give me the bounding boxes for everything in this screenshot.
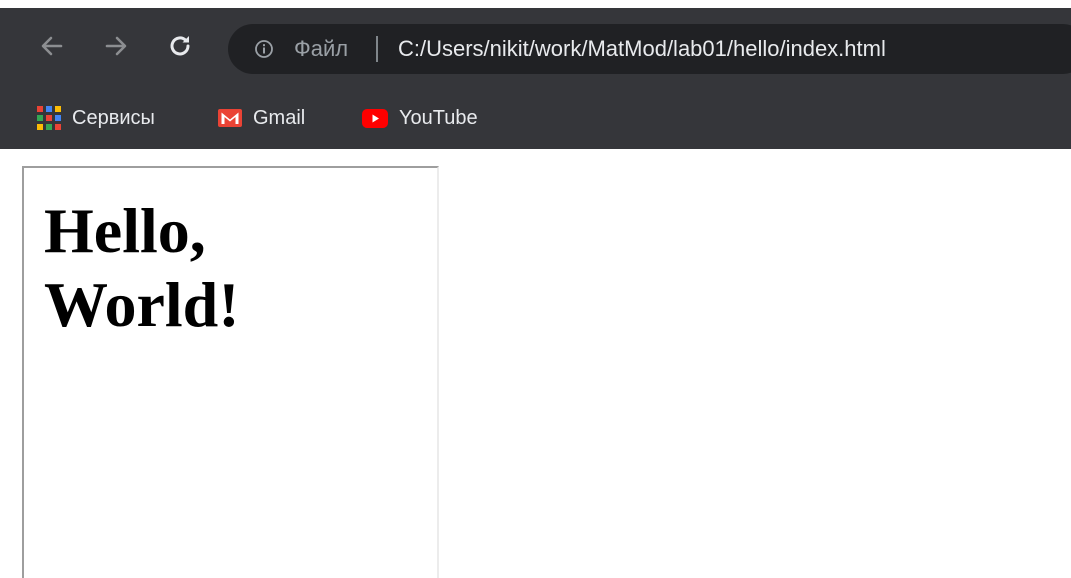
bookmark-label: YouTube bbox=[399, 106, 478, 129]
url-separator bbox=[376, 36, 378, 62]
back-button[interactable] bbox=[32, 26, 72, 66]
bookmarks-bar: Сервисы Gmail YouTube bbox=[0, 88, 1071, 149]
reload-icon bbox=[170, 36, 190, 56]
bookmark-label: Gmail bbox=[253, 106, 306, 129]
youtube-icon bbox=[362, 108, 388, 128]
content-frame: Hello, World! bbox=[22, 166, 439, 578]
forward-button[interactable] bbox=[96, 26, 136, 66]
browser-window: Файл C:/Users/nikit/work/MatMod/lab01/he… bbox=[0, 0, 1071, 578]
address-bar[interactable]: Файл C:/Users/nikit/work/MatMod/lab01/he… bbox=[228, 24, 1071, 74]
window-top-edge bbox=[0, 0, 1071, 8]
heading-line-1: Hello, bbox=[44, 195, 206, 266]
reload-button[interactable] bbox=[160, 26, 200, 66]
bookmark-services[interactable]: Сервисы bbox=[37, 99, 155, 137]
apps-grid-icon bbox=[37, 106, 61, 130]
gmail-icon bbox=[218, 109, 242, 127]
page-heading: Hello, World! bbox=[44, 194, 404, 342]
bookmark-gmail[interactable]: Gmail bbox=[218, 99, 305, 137]
bookmark-youtube[interactable]: YouTube bbox=[362, 99, 478, 137]
arrow-left-icon bbox=[41, 36, 63, 56]
page-viewport: Hello, World! bbox=[0, 149, 1071, 578]
heading-line-2: World! bbox=[44, 269, 240, 340]
bookmark-label: Сервисы bbox=[72, 106, 155, 129]
arrow-right-icon bbox=[105, 36, 127, 56]
url-text[interactable]: C:/Users/nikit/work/MatMod/lab01/hello/i… bbox=[398, 35, 886, 63]
browser-toolbar: Файл C:/Users/nikit/work/MatMod/lab01/he… bbox=[0, 8, 1071, 88]
url-scheme-label: Файл bbox=[294, 36, 349, 61]
info-icon[interactable] bbox=[254, 39, 274, 59]
